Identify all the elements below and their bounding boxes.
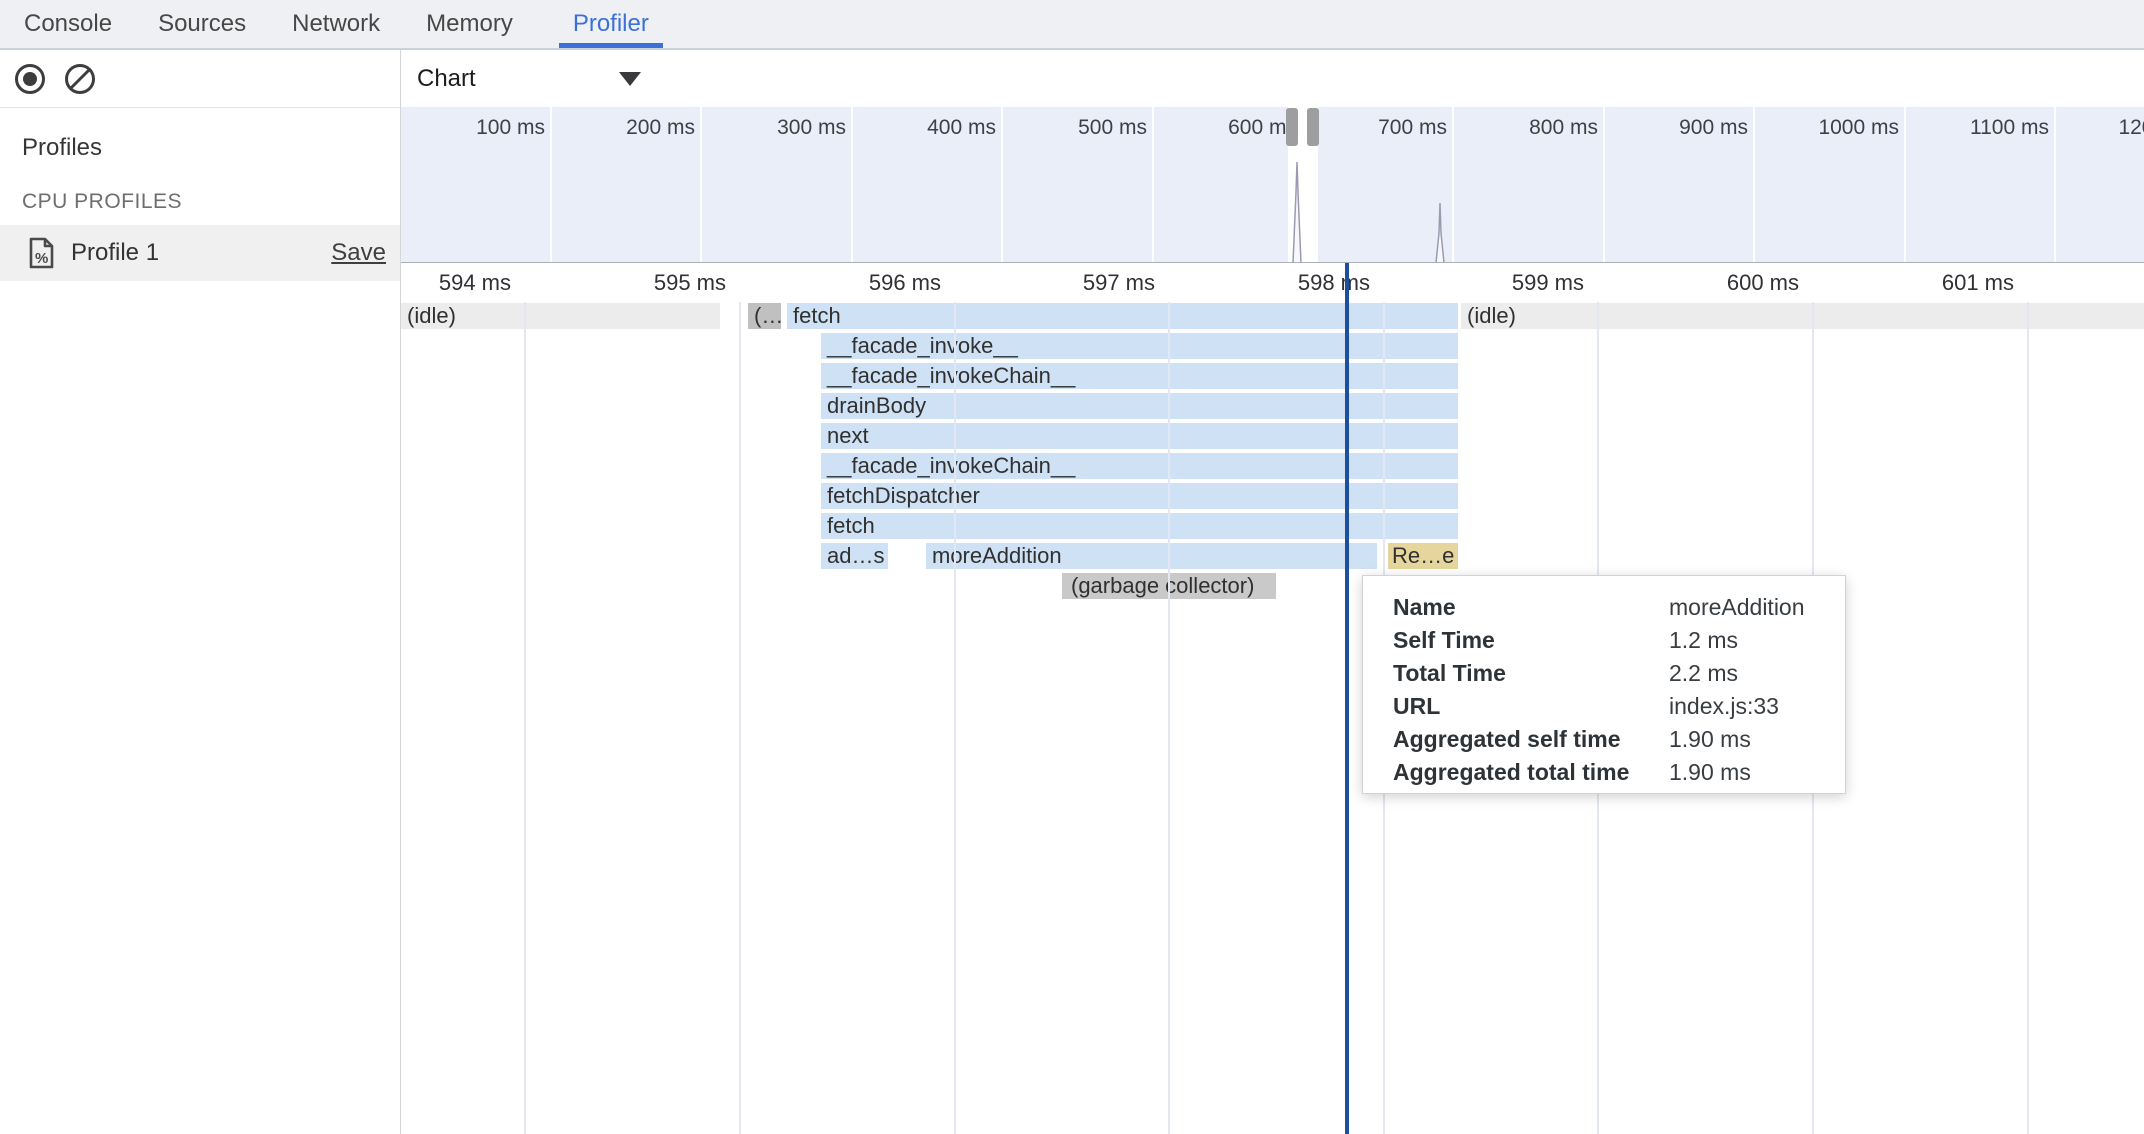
time-grid-line: [954, 302, 956, 1134]
tooltip-row: Aggregated total time1.90 ms: [1363, 756, 1845, 789]
flame-bar[interactable]: drainBody: [821, 393, 1458, 419]
profiles-sidebar: Profiles CPU PROFILES % Profile 1 Save: [0, 108, 400, 1134]
tooltip-row: Self Time1.2 ms: [1363, 624, 1845, 657]
profile-document-icon: %: [28, 237, 55, 269]
profile-row[interactable]: % Profile 1 Save: [0, 225, 400, 281]
tooltip-row: URLindex.js:33: [1363, 690, 1845, 723]
ruler-tick-label: 597 ms: [955, 270, 1155, 296]
tab-profiler[interactable]: Profiler: [559, 0, 663, 48]
flame-bar[interactable]: __facade_invokeChain__: [821, 453, 1458, 479]
tooltip-value: 1.90 ms: [1669, 726, 1751, 753]
sidebar-divider: [400, 50, 401, 1134]
time-grid-line: [524, 302, 526, 1134]
chevron-down-icon: [619, 72, 641, 86]
tooltip-label: Aggregated self time: [1393, 726, 1669, 753]
profiler-toolbar: [0, 50, 400, 108]
tooltip-row: Total Time2.2 ms: [1363, 657, 1845, 690]
tab-network[interactable]: Network: [292, 0, 380, 48]
profile-name: Profile 1: [71, 239, 331, 267]
cpu-profiles-section-header: CPU PROFILES: [22, 190, 182, 214]
current-time-marker: [1345, 263, 1349, 1134]
time-grid-line: [1168, 302, 1170, 1134]
flame-bar[interactable]: fetch: [821, 513, 1458, 539]
tooltip-label: Total Time: [1393, 660, 1669, 687]
tooltip-value: moreAddition: [1669, 594, 1805, 621]
flame-bar[interactable]: ad…s: [821, 543, 888, 569]
flame-bar[interactable]: moreAddition: [926, 543, 1377, 569]
tooltip-row: Aggregated self time1.90 ms: [1363, 723, 1845, 756]
flame-bar[interactable]: fetchDispatcher: [821, 483, 1458, 509]
flame-bar[interactable]: (…: [748, 303, 781, 329]
tab-sources[interactable]: Sources: [158, 0, 246, 48]
svg-text:%: %: [35, 250, 48, 267]
tooltip-label: URL: [1393, 693, 1669, 720]
tooltip-value: 1.90 ms: [1669, 759, 1751, 786]
ruler-tick-label: 601 ms: [1814, 270, 2014, 296]
flame-chart-area[interactable]: NamemoreAdditionSelf Time1.2 msTotal Tim…: [401, 263, 2144, 1134]
flame-bar[interactable]: fetch: [787, 303, 1458, 329]
flame-bar[interactable]: (idle): [401, 303, 720, 329]
devtools-tab-bar: Console Sources Network Memory Profiler: [0, 0, 2144, 50]
tab-console[interactable]: Console: [24, 0, 112, 48]
flame-bar[interactable]: __facade_invoke__: [821, 333, 1458, 359]
flame-bar[interactable]: Re…e: [1388, 543, 1458, 569]
view-mode-dropdown[interactable]: Chart: [417, 65, 647, 93]
profiles-header: Profiles: [22, 134, 102, 162]
tooltip-label: Self Time: [1393, 627, 1669, 654]
timeline-overview[interactable]: 100 ms200 ms300 ms400 ms500 ms600 ms700 …: [401, 107, 2144, 263]
tooltip-value: 2.2 ms: [1669, 660, 1738, 687]
ruler-tick-label: 598 ms: [1170, 270, 1370, 296]
record-icon[interactable]: [14, 63, 46, 95]
tooltip-label: Name: [1393, 594, 1669, 621]
flame-bar[interactable]: __facade_invokeChain__: [821, 363, 1458, 389]
ruler-tick-label: 596 ms: [741, 270, 941, 296]
save-profile-link[interactable]: Save: [331, 239, 386, 267]
tooltip-value: 1.2 ms: [1669, 627, 1738, 654]
tooltip-label: Aggregated total time: [1393, 759, 1669, 786]
view-mode-label: Chart: [417, 65, 476, 93]
time-grid-line: [739, 302, 741, 1134]
ruler-tick-label: 599 ms: [1384, 270, 1584, 296]
ruler-tick-label: 600 ms: [1599, 270, 1799, 296]
cpu-usage-spikes: [401, 107, 2144, 263]
flame-bar[interactable]: (idle): [1461, 303, 2144, 329]
tab-memory[interactable]: Memory: [426, 0, 513, 48]
flamechart-toolbar: Chart: [401, 50, 2144, 107]
tooltip-value: index.js:33: [1669, 693, 1779, 720]
clear-icon[interactable]: [64, 63, 96, 95]
ruler-tick-label: 594 ms: [401, 270, 511, 296]
flame-bar[interactable]: next: [821, 423, 1458, 449]
tooltip-row: NamemoreAddition: [1363, 591, 1845, 624]
ruler-tick-label: 595 ms: [526, 270, 726, 296]
frame-details-tooltip: NamemoreAdditionSelf Time1.2 msTotal Tim…: [1362, 575, 1846, 794]
time-grid-line: [2027, 302, 2029, 1134]
